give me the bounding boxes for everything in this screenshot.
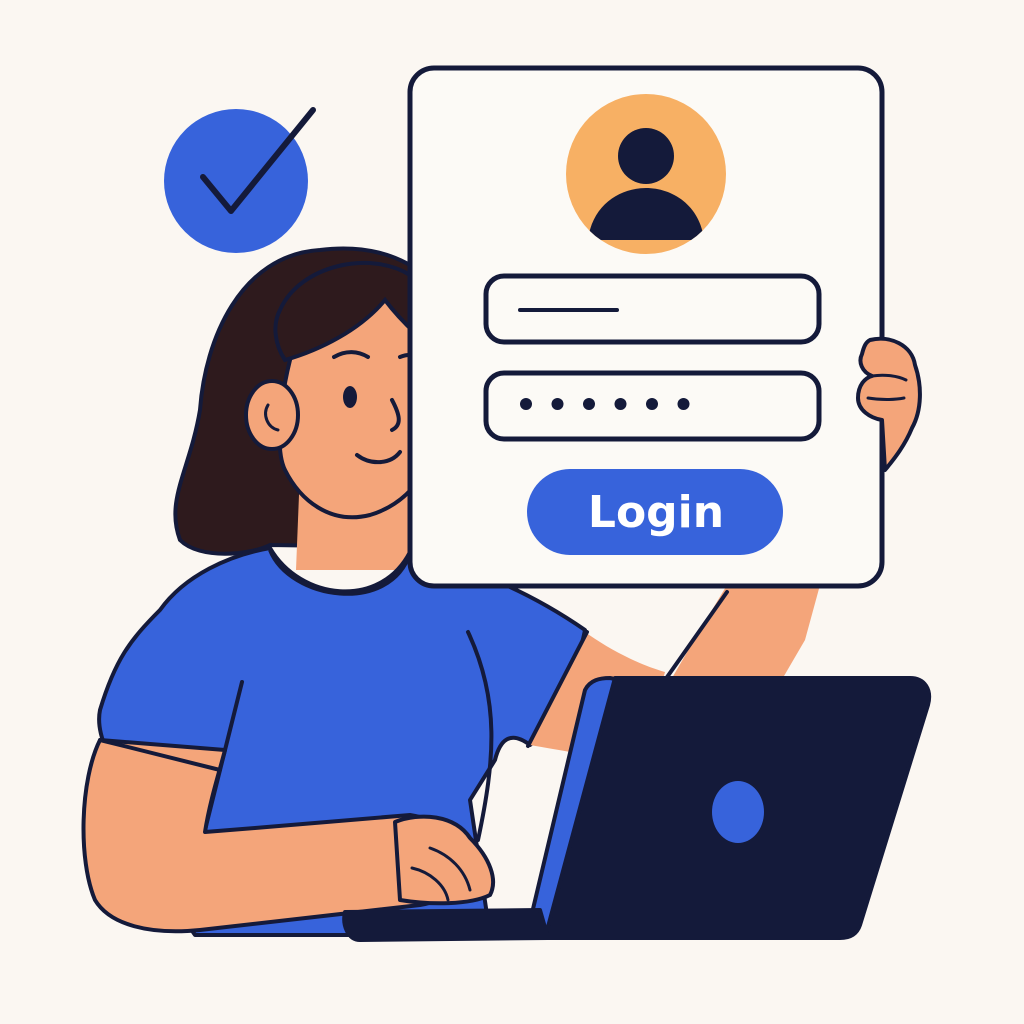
password-field[interactable] bbox=[483, 370, 822, 442]
illustration-canvas: Login bbox=[81, 65, 931, 942]
success-badge-circle bbox=[164, 109, 308, 253]
login-card: Login bbox=[407, 65, 885, 589]
ear bbox=[244, 379, 300, 451]
password-dot bbox=[646, 398, 658, 410]
eye-left bbox=[343, 386, 357, 408]
password-dot bbox=[583, 398, 595, 410]
illustration: Login bbox=[0, 0, 1024, 1024]
success-badge bbox=[164, 107, 316, 253]
laptop-base bbox=[342, 908, 550, 942]
password-dot bbox=[551, 398, 564, 410]
password-dot bbox=[677, 398, 690, 410]
login-button[interactable]: Login bbox=[527, 469, 783, 555]
laptop-logo-icon bbox=[712, 781, 764, 843]
password-dot bbox=[614, 398, 627, 410]
holding-finger-2 bbox=[866, 396, 906, 401]
username-field[interactable] bbox=[483, 273, 822, 345]
password-dot bbox=[520, 398, 532, 410]
login-button-label[interactable]: Login bbox=[588, 487, 724, 538]
user-avatar-icon bbox=[566, 94, 726, 254]
